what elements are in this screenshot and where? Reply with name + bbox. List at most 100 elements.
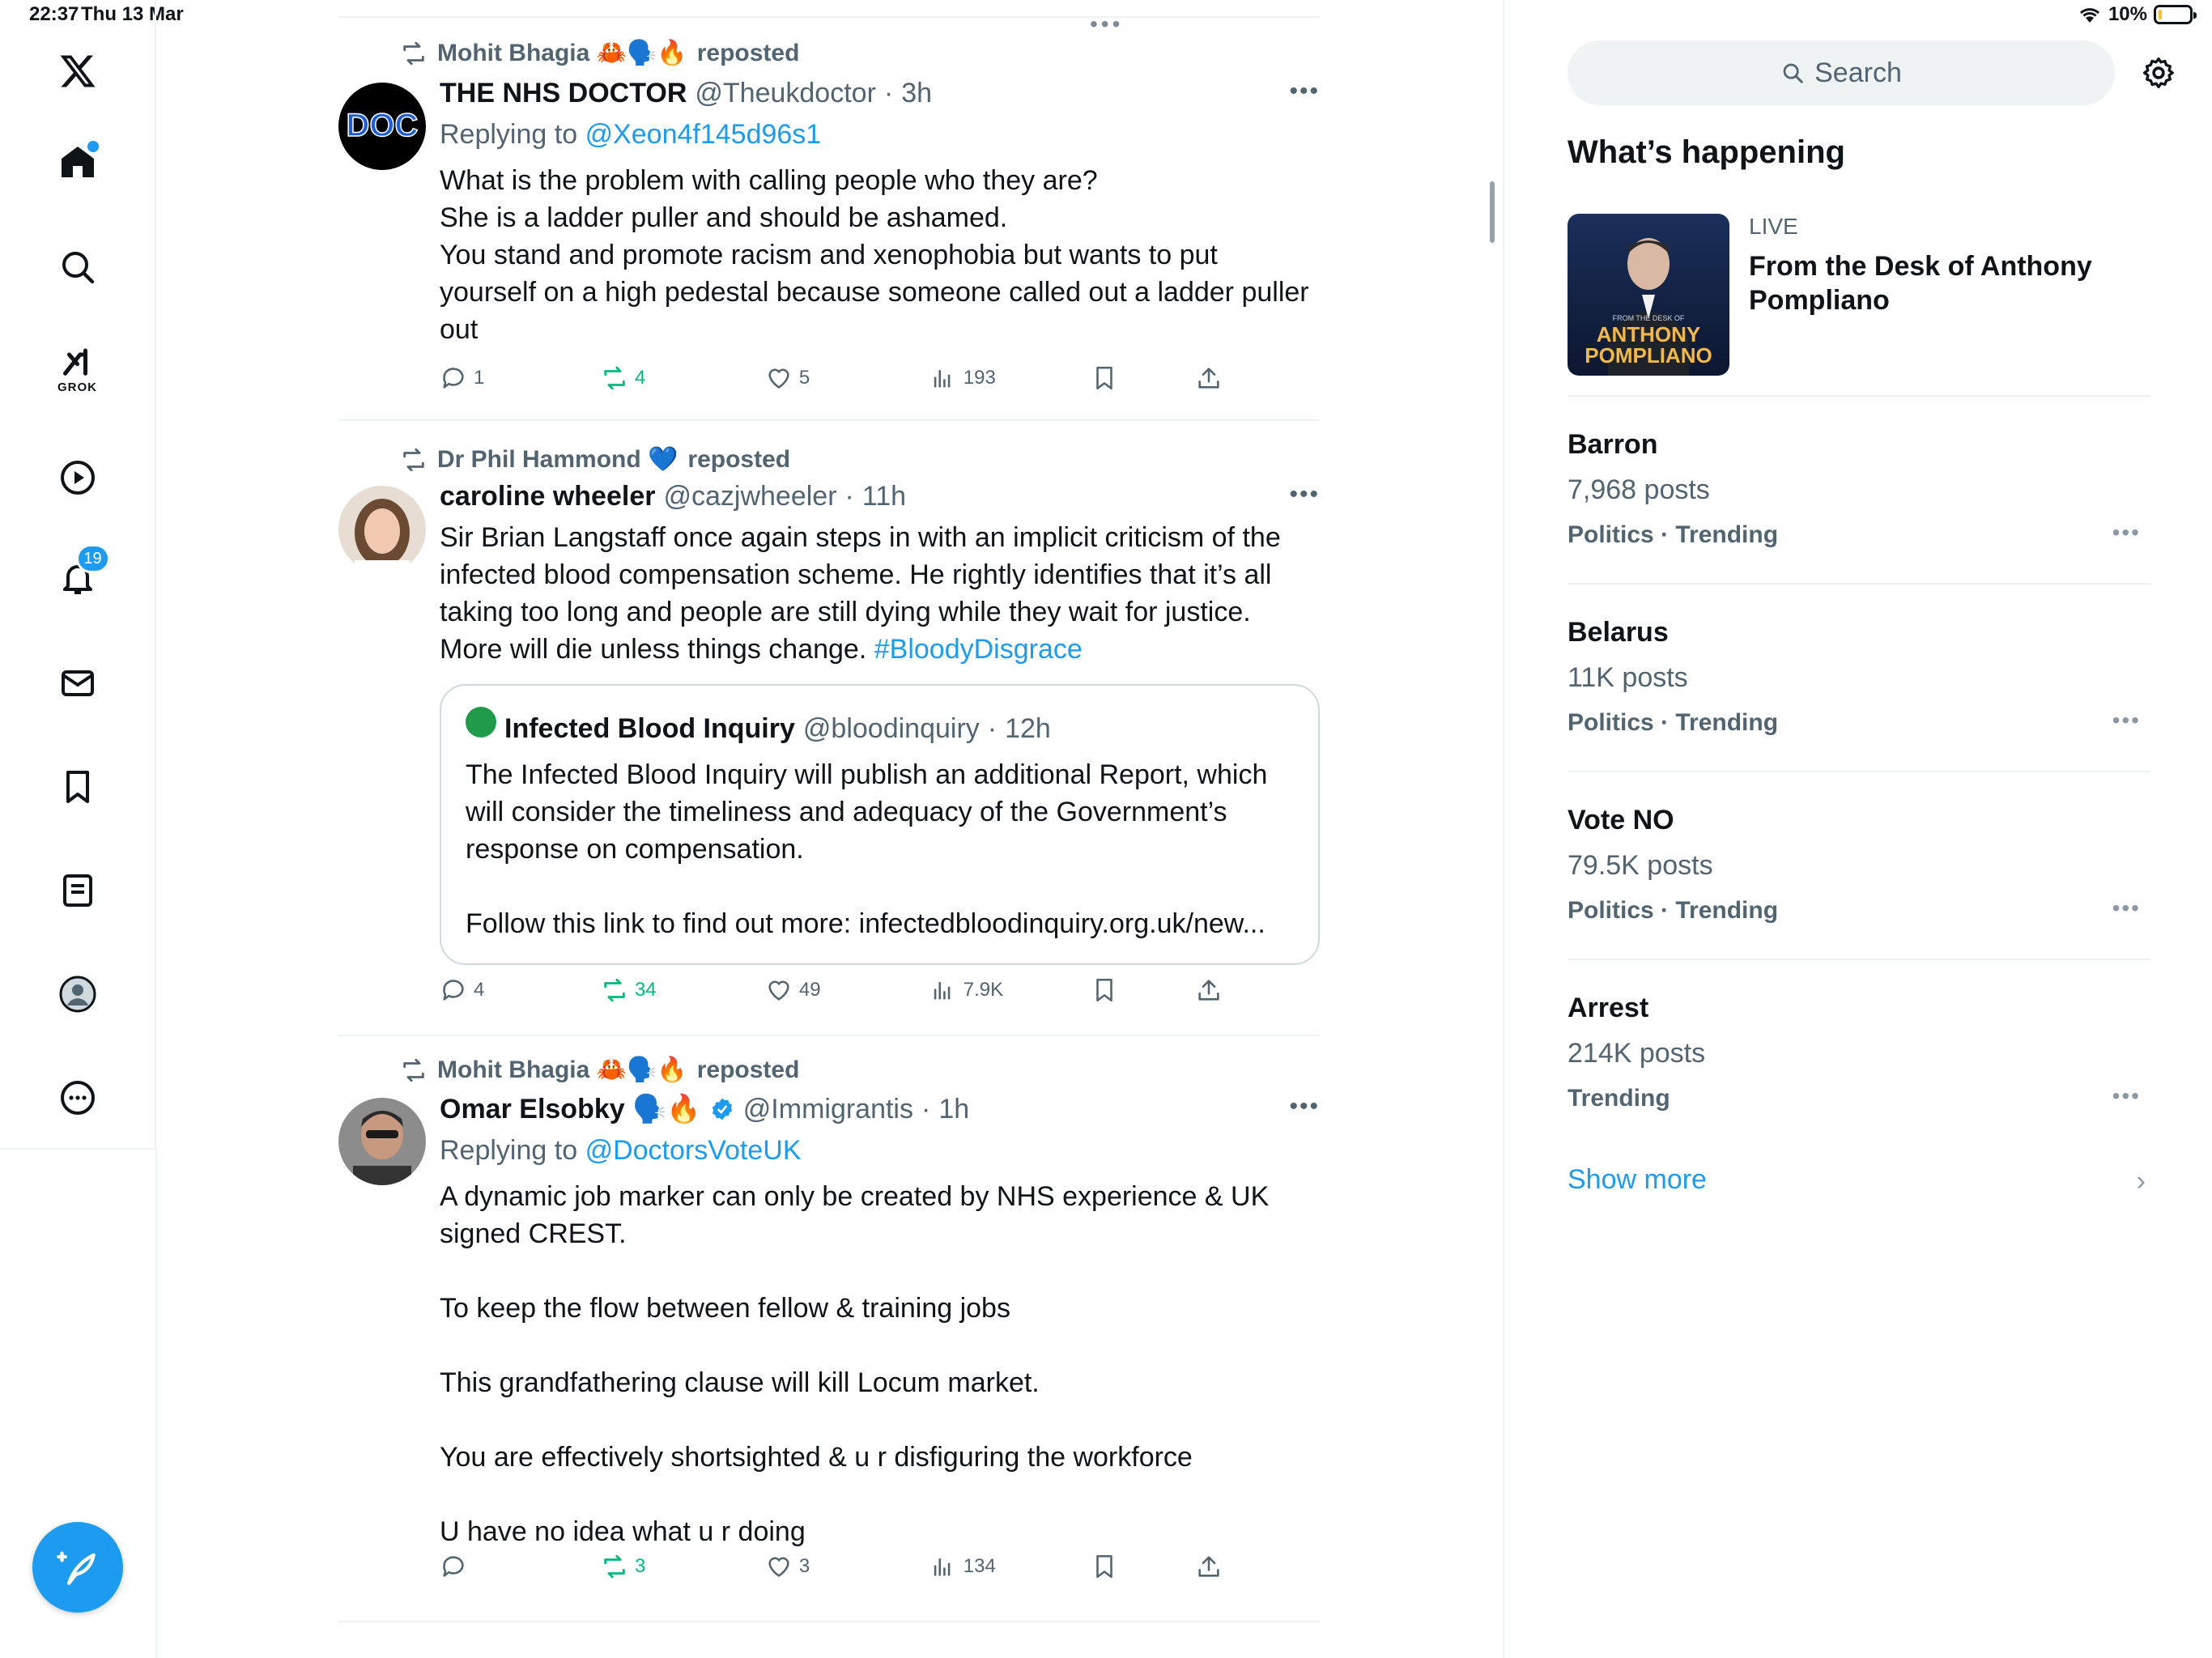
tweet-text: What is the problem with calling people … [440, 165, 1309, 345]
author-handle[interactable]: @Immigrantis [743, 1094, 913, 1125]
avatar[interactable]: DOC [338, 83, 426, 170]
avatar[interactable] [338, 1098, 426, 1185]
like-button[interactable]: 49 [765, 976, 929, 1004]
nav-profile[interactable] [58, 975, 97, 1014]
bookmark-button[interactable] [1091, 976, 1195, 1004]
tweet[interactable]: Mohit Bhagia 🦀🗣️🔥 reposted Omar Elsobky … [338, 1036, 1320, 1622]
reply-button[interactable]: 1 [440, 364, 601, 392]
trend-item[interactable]: Belarus 11K posts Politics · Trending ••… [1568, 585, 2150, 772]
author-handle[interactable]: @cazjwheeler [663, 481, 836, 512]
tweet-more-button[interactable]: ••• [1289, 481, 1320, 508]
repost-header: Mohit Bhagia 🦀🗣️🔥 reposted [400, 39, 799, 67]
repost-icon [403, 41, 424, 65]
tweet[interactable]: Mohit Bhagia 🦀🗣️🔥 reposted DOC THE NHS D… [338, 32, 1320, 421]
views-button[interactable]: 7.9K [929, 976, 1091, 1004]
tweet-text: Sir Brian Langstaff once again steps in … [440, 519, 1320, 668]
repost-button[interactable]: 34 [601, 976, 765, 1004]
quote-author-name[interactable]: Infected Blood Inquiry [504, 713, 795, 745]
reposter-name[interactable]: Mohit Bhagia 🦀🗣️🔥 [437, 1056, 687, 1084]
profile-avatar-icon [59, 976, 96, 1013]
tweet-more-button[interactable]: ••• [1289, 78, 1320, 105]
share-button[interactable] [1195, 1553, 1223, 1580]
separator-dot: · [987, 713, 998, 744]
tweet-time[interactable]: 3h [901, 78, 932, 109]
nav-lists[interactable] [58, 871, 97, 910]
mention-link[interactable]: @Xeon4f145d96s1 [585, 119, 822, 150]
home-unread-dot [87, 141, 99, 152]
avatar[interactable] [338, 486, 426, 573]
nav-home[interactable] [58, 141, 99, 181]
trend-more-button[interactable]: ••• [2112, 708, 2141, 733]
trend-category: Politics · Trending [1568, 897, 1779, 924]
nav-messages[interactable] [58, 664, 97, 703]
nav-bookmarks[interactable] [58, 767, 97, 806]
author-handle[interactable]: @Theukdoctor [695, 78, 876, 109]
nav-explore[interactable] [58, 248, 97, 287]
compose-button[interactable] [32, 1522, 123, 1613]
search-input[interactable]: Search [1568, 40, 2115, 105]
share-icon [1198, 980, 1219, 1001]
repost-icon [403, 448, 424, 471]
trend-more-button[interactable]: ••• [2112, 520, 2141, 546]
live-label: LIVE [1749, 214, 1798, 239]
tweet-time[interactable]: 1h [938, 1094, 969, 1125]
views-button[interactable]: 193 [929, 364, 1091, 392]
tweet-header: Omar Elsobky 🗣️🔥 @Immigrantis · 1h [440, 1093, 1320, 1125]
reply-button[interactable]: 4 [440, 976, 601, 1004]
quoted-tweet[interactable]: Infected Blood Inquiry @bloodinquiry · 1… [440, 684, 1320, 965]
views-button[interactable]: 134 [929, 1553, 1091, 1580]
reposter-name[interactable]: Dr Phil Hammond 💙 [437, 445, 678, 474]
notifications-badge: 19 [75, 544, 110, 573]
search-icon [62, 252, 94, 284]
replying-prefix: Replying to [440, 1135, 578, 1166]
scrollbar-thumb[interactable] [1490, 181, 1495, 243]
heart-icon [768, 980, 789, 1001]
tweet-content: THE NHS DOCTOR @Theukdoctor · 3h ••• Rep… [440, 78, 1320, 348]
chevron-right-icon[interactable]: › [2137, 1166, 2146, 1197]
tweet-time[interactable]: 11h [862, 481, 906, 512]
nav-more[interactable] [58, 1078, 97, 1117]
repost-button[interactable]: 4 [601, 364, 765, 392]
author-name[interactable]: Omar Elsobky 🗣️🔥 [440, 1093, 701, 1125]
trend-item[interactable]: Arrest 214K posts Trending ••• [1568, 960, 2150, 1148]
nav-notifications[interactable]: 19 [58, 544, 110, 597]
repost-icon [604, 1554, 625, 1579]
bookmark-icon [1095, 978, 1112, 1002]
repost-count: 4 [634, 367, 646, 389]
reply-count: 4 [474, 979, 485, 1001]
reply-button[interactable] [440, 1553, 601, 1580]
gear-icon[interactable] [2141, 55, 2176, 91]
right-sidebar: Search What’s happening FROM THE DESK OF… [1568, 0, 2174, 1658]
repost-button[interactable]: 3 [601, 1553, 765, 1580]
repost-header: Dr Phil Hammond 💙 reposted [400, 445, 790, 474]
live-event-card[interactable]: FROM THE DESK OF ANTHONY POMPLIANO LIVE … [1568, 214, 2150, 397]
bookmark-button[interactable] [1091, 1553, 1195, 1580]
nav-grok[interactable]: GROK [57, 346, 97, 394]
bookmark-button[interactable] [1091, 364, 1195, 392]
tweet-more-button[interactable]: ••• [1289, 1093, 1320, 1120]
search-icon [1783, 63, 1803, 83]
hashtag-link[interactable]: #BloodyDisgrace [874, 634, 1083, 665]
share-button[interactable] [1195, 976, 1223, 1004]
trend-category: Politics · Trending [1568, 521, 1779, 548]
grok-label: GROK [57, 380, 97, 394]
nav-video[interactable] [58, 458, 97, 497]
x-logo-icon[interactable] [58, 52, 97, 91]
author-name[interactable]: caroline wheeler [440, 481, 655, 512]
tweet[interactable]: Dr Phil Hammond 💙 reposted caroline whee… [338, 421, 1320, 1036]
reposter-name[interactable]: Mohit Bhagia 🦀🗣️🔥 [437, 39, 687, 67]
trend-item[interactable]: Vote NO 79.5K posts Politics · Trending … [1568, 772, 2150, 960]
quote-author-handle[interactable]: @bloodinquiry [803, 713, 980, 745]
mention-link[interactable]: @DoctorsVoteUK [585, 1135, 802, 1166]
show-more-link[interactable]: Show more [1568, 1164, 1707, 1196]
share-button[interactable] [1195, 364, 1223, 392]
trend-more-button[interactable]: ••• [2112, 895, 2141, 921]
like-button[interactable]: 5 [765, 364, 929, 392]
views-count: 7.9K [963, 979, 1004, 1001]
trend-item[interactable]: Barron 7,968 posts Politics · Trending •… [1568, 397, 2150, 585]
heart-icon [768, 368, 789, 389]
author-name[interactable]: THE NHS DOCTOR [440, 78, 687, 109]
like-button[interactable]: 3 [765, 1553, 929, 1580]
live-title: From the Desk of Anthony Pompliano [1749, 251, 2092, 316]
trend-more-button[interactable]: ••• [2112, 1083, 2141, 1109]
